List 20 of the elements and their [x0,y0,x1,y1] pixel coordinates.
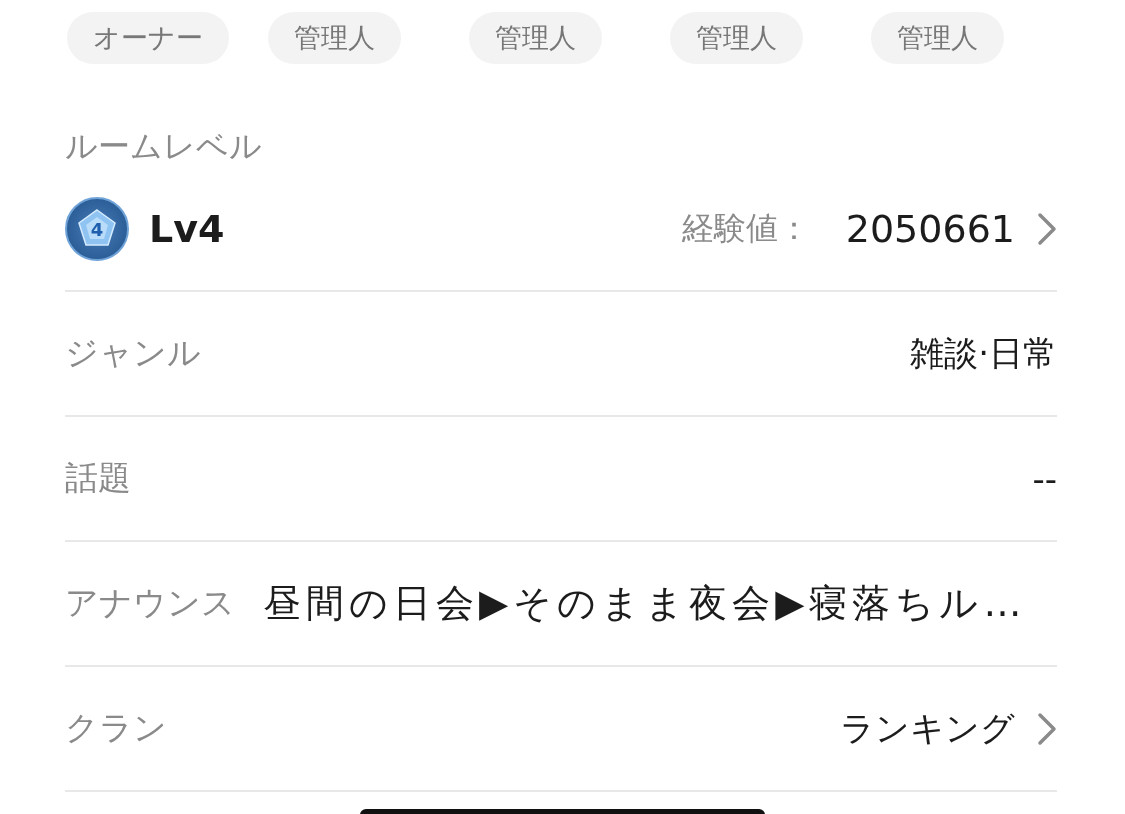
row-value: ランキング [840,706,1015,750]
gem-icon [77,208,117,248]
row-label: 話題 [65,457,131,499]
section-heading: ルームレベル [65,126,263,167]
exp-label: 経験値： [681,208,810,249]
row-label: アナウンス [65,582,235,624]
level-text: Lv4 [149,207,225,251]
chevron-right-icon [1037,212,1057,246]
row-value: 雑談·日常 [910,331,1057,375]
role-tag: 管理人 [871,12,1004,64]
role-tag: 管理人 [670,12,803,64]
row-value: -- [1032,458,1057,499]
row-value: 昼間の日会▶そのまま夜会▶寝落ちル… [263,580,1027,627]
row-label: クラン [65,707,167,749]
badge-number: 4 [90,218,104,240]
role-tag: 管理人 [268,12,401,64]
row-label: ジャンル [65,332,201,374]
exp-value: 2050661 [845,207,1015,251]
role-tag: オーナー [67,12,229,64]
role-tag: 管理人 [469,12,602,64]
